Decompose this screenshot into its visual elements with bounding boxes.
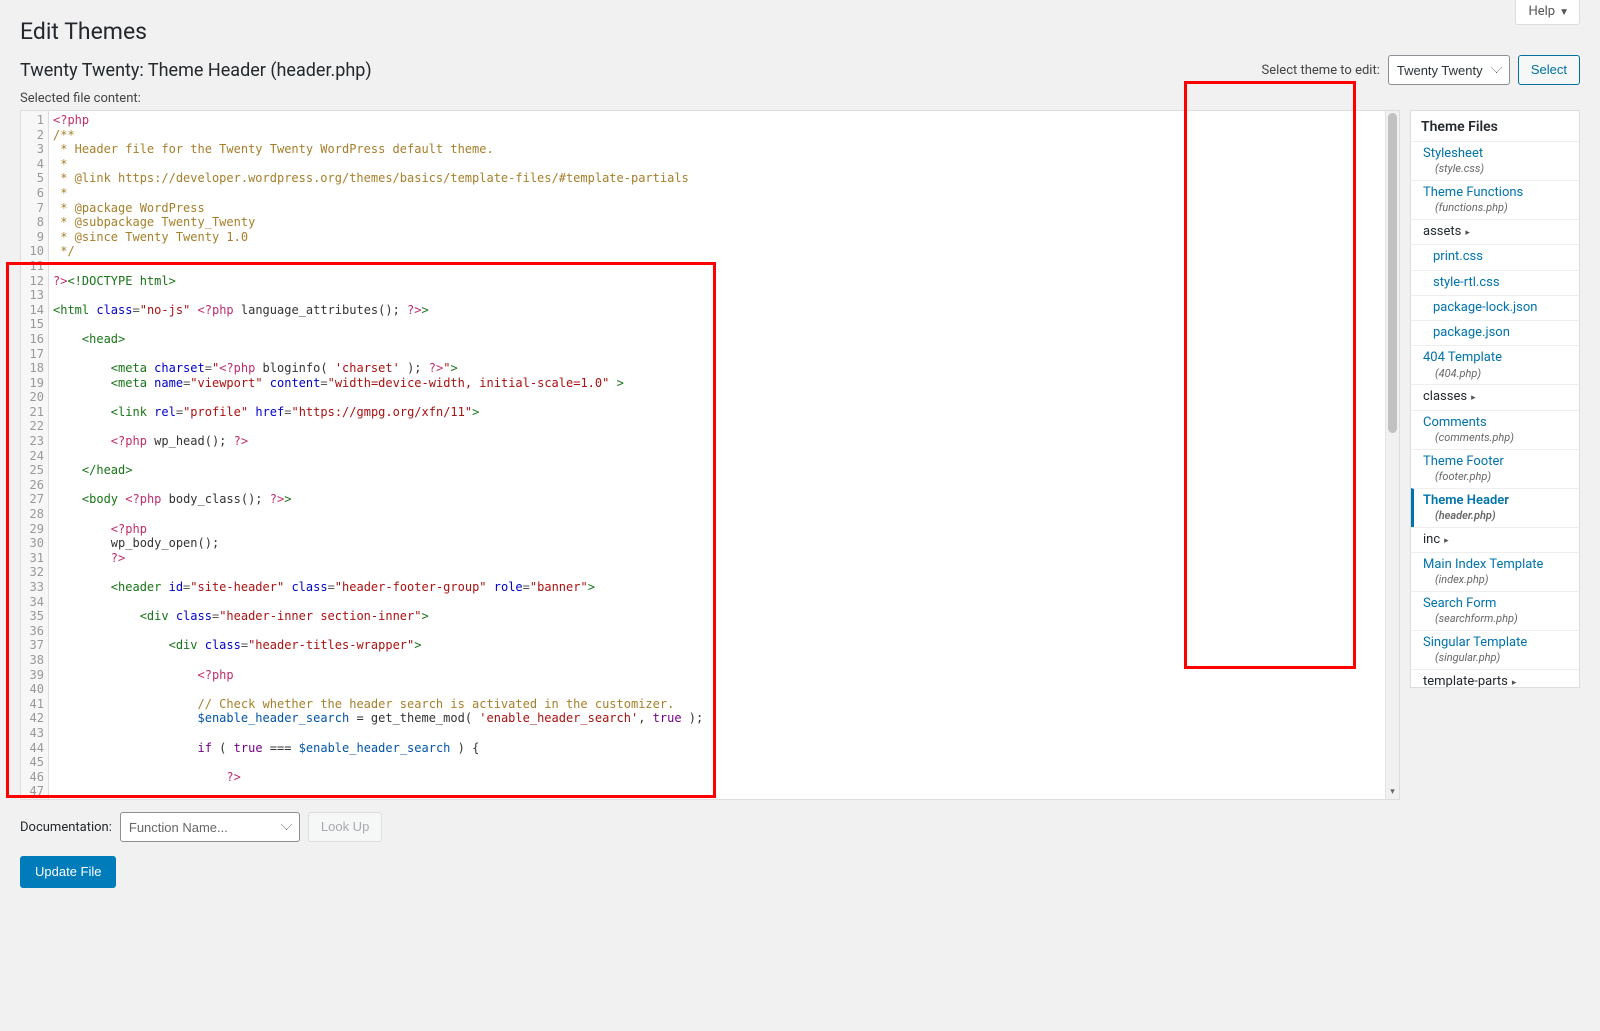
file-tree-item[interactable]: print.css <box>1411 244 1579 269</box>
documentation-label: Documentation: <box>20 820 112 835</box>
line-gutter: 1234567891011121314151617181920212223242… <box>21 111 49 799</box>
code-area[interactable]: <?php/** * Header file for the Twenty Tw… <box>49 111 1399 799</box>
file-tree-item[interactable]: package.json <box>1411 320 1579 345</box>
page-title: Edit Themes <box>20 10 1580 45</box>
chevron-down-icon: ▼ <box>1559 7 1569 18</box>
theme-files-heading: Theme Files <box>1411 111 1579 141</box>
file-tree-folder[interactable]: template-parts▸ <box>1411 669 1579 688</box>
chevron-right-icon: ▸ <box>1471 393 1476 403</box>
theme-files-panel: Theme Files Stylesheet(style.css)Theme F… <box>1410 110 1580 688</box>
select-theme-label: Select theme to edit: <box>1262 63 1380 78</box>
file-tree-folder[interactable]: classes▸ <box>1411 384 1579 409</box>
file-tree-folder[interactable]: assets▸ <box>1411 219 1579 244</box>
help-label: Help <box>1528 4 1555 19</box>
select-button[interactable]: Select <box>1518 55 1580 85</box>
file-tree-item[interactable]: 404 Template(404.php) <box>1411 345 1579 384</box>
file-tree-item[interactable]: Singular Template(singular.php) <box>1411 630 1579 669</box>
help-tab[interactable]: Help ▼ <box>1515 0 1580 25</box>
file-tree-folder[interactable]: inc▸ <box>1411 527 1579 552</box>
code-editor[interactable]: 1234567891011121314151617181920212223242… <box>20 110 1400 800</box>
file-tree-item[interactable]: Theme Header(header.php) <box>1411 488 1579 527</box>
documentation-select[interactable]: Function Name... <box>120 812 300 842</box>
chevron-right-icon: ▸ <box>1465 228 1470 238</box>
file-tree-item[interactable]: package-lock.json <box>1411 295 1579 320</box>
file-tree-item[interactable]: Search Form(searchform.php) <box>1411 591 1579 630</box>
file-tree-item[interactable]: style-rtl.css <box>1411 270 1579 295</box>
theme-line: Twenty Twenty: Theme Header (header.php) <box>20 60 372 81</box>
chevron-right-icon: ▸ <box>1444 536 1449 546</box>
file-tree-item[interactable]: Comments(comments.php) <box>1411 410 1579 449</box>
file-tree-item[interactable]: Theme Footer(footer.php) <box>1411 449 1579 488</box>
file-tree-item[interactable]: Theme Functions(functions.php) <box>1411 180 1579 219</box>
chevron-right-icon: ▸ <box>1512 678 1517 688</box>
vertical-scrollbar[interactable]: ▾ <box>1385 111 1399 799</box>
theme-select[interactable]: Twenty Twenty <box>1388 55 1510 85</box>
lookup-button[interactable]: Look Up <box>308 812 382 842</box>
scroll-down-icon[interactable]: ▾ <box>1386 785 1399 799</box>
file-tree-item[interactable]: Main Index Template(index.php) <box>1411 552 1579 591</box>
selected-file-content-label: Selected file content: <box>20 91 1580 106</box>
file-tree-item[interactable]: Stylesheet(style.css) <box>1411 141 1579 180</box>
update-file-button[interactable]: Update File <box>20 856 116 888</box>
scrollbar-thumb[interactable] <box>1388 113 1397 433</box>
